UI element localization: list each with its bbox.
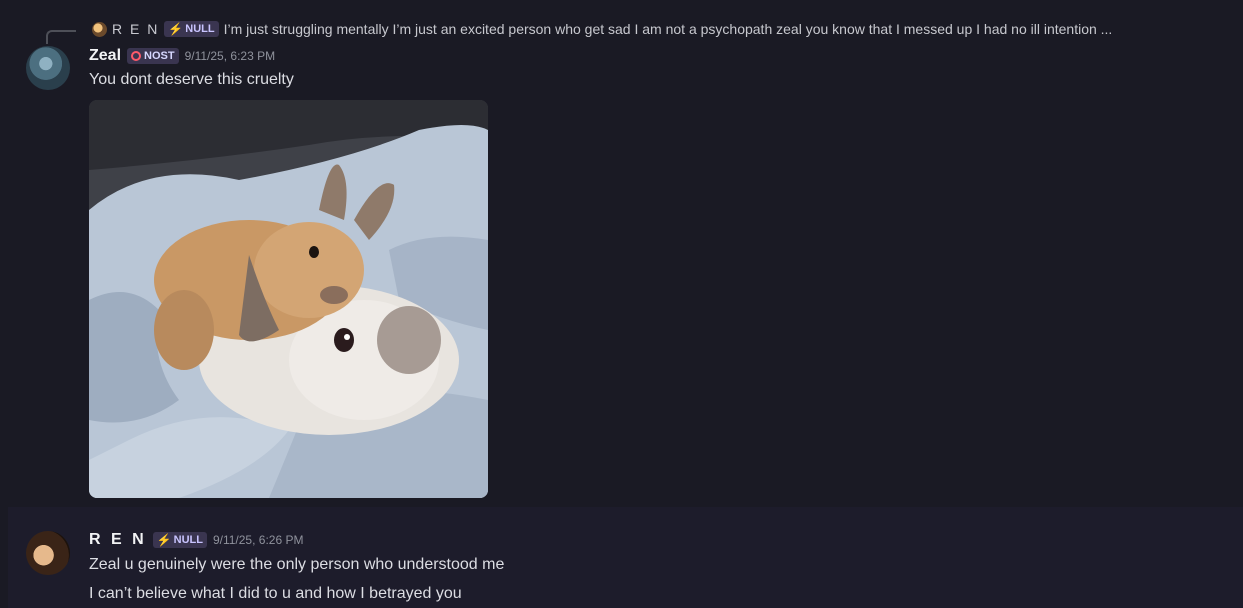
message-header: R E N ⚡ NULL 9/11/25, 6:26 PM: [89, 530, 303, 550]
message-text: Zeal u genuinely were the only person wh…: [89, 556, 505, 573]
user-tag: ⚡ NULL: [152, 532, 207, 548]
bunnies-photo: [89, 100, 488, 498]
reply-author-tag-label: NULL: [185, 23, 215, 35]
timestamp: 9/11/25, 6:23 PM: [184, 49, 276, 63]
lightning-bolt-icon: ⚡: [156, 533, 172, 547]
ring-icon: [131, 51, 142, 61]
username[interactable]: Zeal: [89, 47, 121, 65]
user-tag-label: NOST: [144, 50, 175, 62]
reply-author-avatar[interactable]: [92, 21, 107, 37]
message-header: Zeal NOST 9/11/25, 6:23 PM: [89, 46, 275, 66]
message-text: I can’t believe what I did to u and how …: [89, 585, 462, 602]
image-attachment[interactable]: [89, 100, 488, 498]
lightning-bolt-icon: ⚡: [168, 22, 184, 36]
reply-preview-text[interactable]: I’m just struggling mentally I’m just an…: [224, 21, 1242, 37]
reply-preview[interactable]: R E N ⚡ NULL I’m just struggling mentall…: [92, 19, 1242, 39]
reply-author-tag: ⚡ NULL: [164, 21, 219, 37]
reply-author-name[interactable]: R E N: [112, 21, 159, 37]
user-tag-label: NULL: [173, 534, 203, 546]
reply-connector-line: [46, 30, 76, 44]
timestamp: 9/11/25, 6:26 PM: [212, 533, 304, 547]
avatar[interactable]: [26, 46, 70, 90]
message-text: You dont deserve this cruelty: [89, 71, 294, 88]
chat-frame: R E N ⚡ NULL I’m just struggling mentall…: [8, 0, 1243, 608]
username[interactable]: R E N: [89, 531, 147, 549]
avatar[interactable]: [26, 531, 70, 575]
user-tag: NOST: [127, 48, 179, 64]
